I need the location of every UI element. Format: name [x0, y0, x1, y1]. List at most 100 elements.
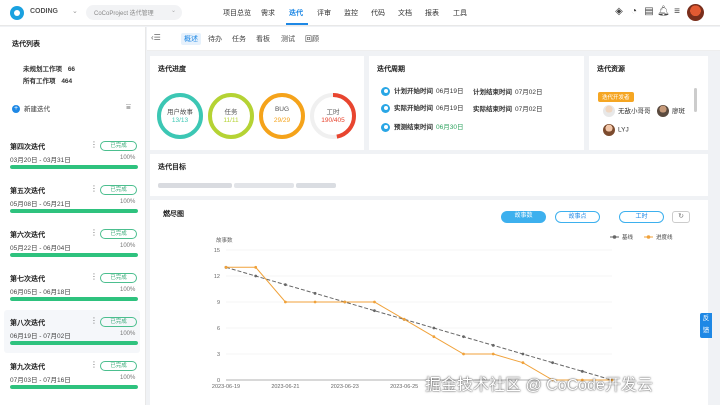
more-options-icon[interactable]: ⋮	[90, 316, 98, 325]
member-1[interactable]: 无敌小哥哥	[603, 105, 651, 118]
blurred-text	[158, 183, 232, 188]
forecast-row: 预测结束时间 06月30日	[381, 121, 463, 132]
nav-item-tools[interactable]: 工具	[453, 8, 467, 18]
resource-card: 迭代资源 迭代开发者 无敌小哥哥 廖斑 LYJ	[589, 56, 708, 150]
brand-name[interactable]: CODING	[30, 8, 58, 15]
data-point	[283, 283, 287, 287]
status-badge: 已完成	[100, 141, 137, 151]
iteration-dates: 06月05日 - 06月18日	[10, 289, 71, 296]
plan-start-label: 计划开始时间	[394, 88, 433, 95]
more-options-icon[interactable]: ⋮	[90, 272, 98, 281]
iteration-name: 第四次迭代	[10, 144, 45, 151]
tab-tasks[interactable]: 任务	[229, 33, 249, 45]
app-logo[interactable]	[10, 6, 24, 20]
sliders-icon[interactable]: ≡	[671, 6, 683, 18]
nav-item-docs[interactable]: 文档	[398, 8, 412, 18]
series-line	[225, 266, 613, 381]
actual-start-label: 实际开始时间	[394, 105, 433, 112]
y-axis-label: 故事数	[216, 236, 233, 244]
progress-card-title: 迭代进度	[158, 66, 186, 73]
project-selector[interactable]: CoCoProject 迭代管理 ⌄	[86, 5, 182, 20]
new-iteration-label: 新建迭代	[24, 106, 50, 113]
tab-board[interactable]: 看板	[253, 33, 273, 45]
member-3[interactable]: LYJ	[603, 124, 629, 136]
iteration-item[interactable]: 第五次迭代 05月08日 - 05月21日 ⋮ 已完成 100%	[4, 178, 140, 221]
iteration-dates: 03月20日 - 03月31日	[10, 157, 71, 164]
chevron-down-icon[interactable]: ⌄	[72, 7, 78, 15]
progress-bar-fill	[10, 341, 138, 345]
ring-value: 29/29	[273, 117, 291, 124]
ring-label: 用户故事	[167, 109, 193, 116]
progress-bar	[10, 297, 138, 301]
collapse-sidebar-icon[interactable]: ‹☰	[151, 33, 161, 42]
data-point	[373, 309, 376, 313]
developer-badge: 迭代开发者	[598, 92, 634, 102]
briefcase-icon[interactable]: ▤	[643, 6, 655, 18]
filter-icon[interactable]: ⩸	[126, 102, 131, 112]
nav-item-reports[interactable]: 报表	[425, 8, 439, 18]
blurred-text	[234, 183, 294, 188]
data-point	[462, 352, 465, 356]
progress-bar	[10, 385, 138, 389]
plan-end-label: 计划结束时间	[473, 89, 512, 96]
nav-item-requirements[interactable]: 需求	[261, 8, 275, 18]
progress-percent: 100%	[120, 287, 136, 293]
iteration-item[interactable]: 第七次迭代 06月05日 - 06月18日 ⋮ 已完成 100%	[4, 266, 140, 309]
top-bar: CODING ⌄ CoCoProject 迭代管理 ⌄ 项目总览 需求 迭代 评…	[0, 0, 720, 26]
actual-end-label: 实际结束时间	[473, 106, 512, 113]
plan-end-value: 07月02日	[515, 89, 543, 96]
nav-item-overview[interactable]: 项目总览	[223, 8, 251, 18]
status-badge: 已完成	[100, 185, 137, 195]
all-items-label: 所有工作项	[23, 78, 56, 85]
iteration-item[interactable]: 第八次迭代 06月19日 - 07月02日 ⋮ 已完成 100%	[4, 310, 140, 353]
member-name: LYJ	[618, 126, 629, 134]
y-tick-label: 6	[217, 326, 220, 332]
more-options-icon[interactable]: ⋮	[90, 228, 98, 237]
bell-icon[interactable]: 🔔︎	[657, 6, 670, 18]
unplanned-items[interactable]: 未规划工作项 66	[23, 63, 75, 73]
tab-overview[interactable]: 概述	[181, 33, 201, 45]
tab-testing[interactable]: 测试	[278, 33, 298, 45]
more-options-icon[interactable]: ⋮	[90, 360, 98, 369]
layers-icon[interactable]: ◈	[613, 6, 625, 18]
feedback-button[interactable]: 反馈	[700, 313, 712, 338]
actual-start-value: 06月19日	[436, 105, 464, 112]
all-items[interactable]: 所有工作项 464	[23, 75, 72, 85]
tab-retrospective[interactable]: 回顾	[302, 33, 322, 45]
y-tick-label: 12	[214, 274, 220, 280]
data-point	[402, 317, 406, 321]
more-options-icon[interactable]: ⋮	[90, 184, 98, 193]
nav-item-iterations[interactable]: 迭代	[289, 8, 303, 18]
avatar	[603, 105, 615, 118]
more-options-icon[interactable]: ⋮	[90, 140, 98, 149]
ring-graphic	[208, 93, 254, 139]
member-2[interactable]: 廖斑	[657, 105, 685, 118]
iteration-item[interactable]: 第九次迭代 07月03日 - 07月16日 ⋮ 已完成 100%	[4, 354, 140, 397]
nav-item-code[interactable]: 代码	[371, 8, 385, 18]
progress-bar	[10, 253, 138, 257]
plan-start-value: 06月19日	[436, 88, 464, 95]
x-tick-label: 2023-06-25	[390, 384, 418, 390]
iteration-item[interactable]: 第四次迭代 03月20日 - 03月31日 ⋮ 已完成 100%	[4, 134, 140, 177]
nav-item-reviews[interactable]: 评审	[317, 8, 331, 18]
status-badge: 已完成	[100, 273, 137, 283]
new-iteration-button[interactable]: + 新建迭代	[12, 103, 50, 114]
avatar	[657, 105, 669, 118]
y-tick-label: 9	[217, 300, 220, 306]
data-point	[491, 352, 495, 356]
iteration-sidebar: 迭代列表 未规划工作项 66 所有工作项 464 + 新建迭代 ⩸ 第四次迭代 03…	[0, 27, 146, 405]
forecast-value: 06月30日	[436, 124, 464, 131]
resource-scrollbar[interactable]	[694, 88, 697, 112]
progress-bar	[10, 341, 138, 345]
nav-item-monitor[interactable]: 监控	[344, 8, 358, 18]
iteration-item[interactable]: 第六次迭代 05月22日 - 06月04日 ⋮ 已完成 100%	[4, 222, 140, 265]
clock-icon	[381, 122, 390, 132]
tab-backlog[interactable]: 待办	[205, 33, 225, 45]
data-point	[254, 265, 258, 269]
chart-pie-icon[interactable]: ◔	[628, 6, 640, 18]
legend-label: 进度线	[656, 233, 673, 241]
progress-percent: 100%	[120, 375, 136, 381]
progress-bar-fill	[10, 385, 138, 389]
user-avatar[interactable]	[687, 4, 704, 21]
unplanned-count: 66	[67, 66, 76, 73]
